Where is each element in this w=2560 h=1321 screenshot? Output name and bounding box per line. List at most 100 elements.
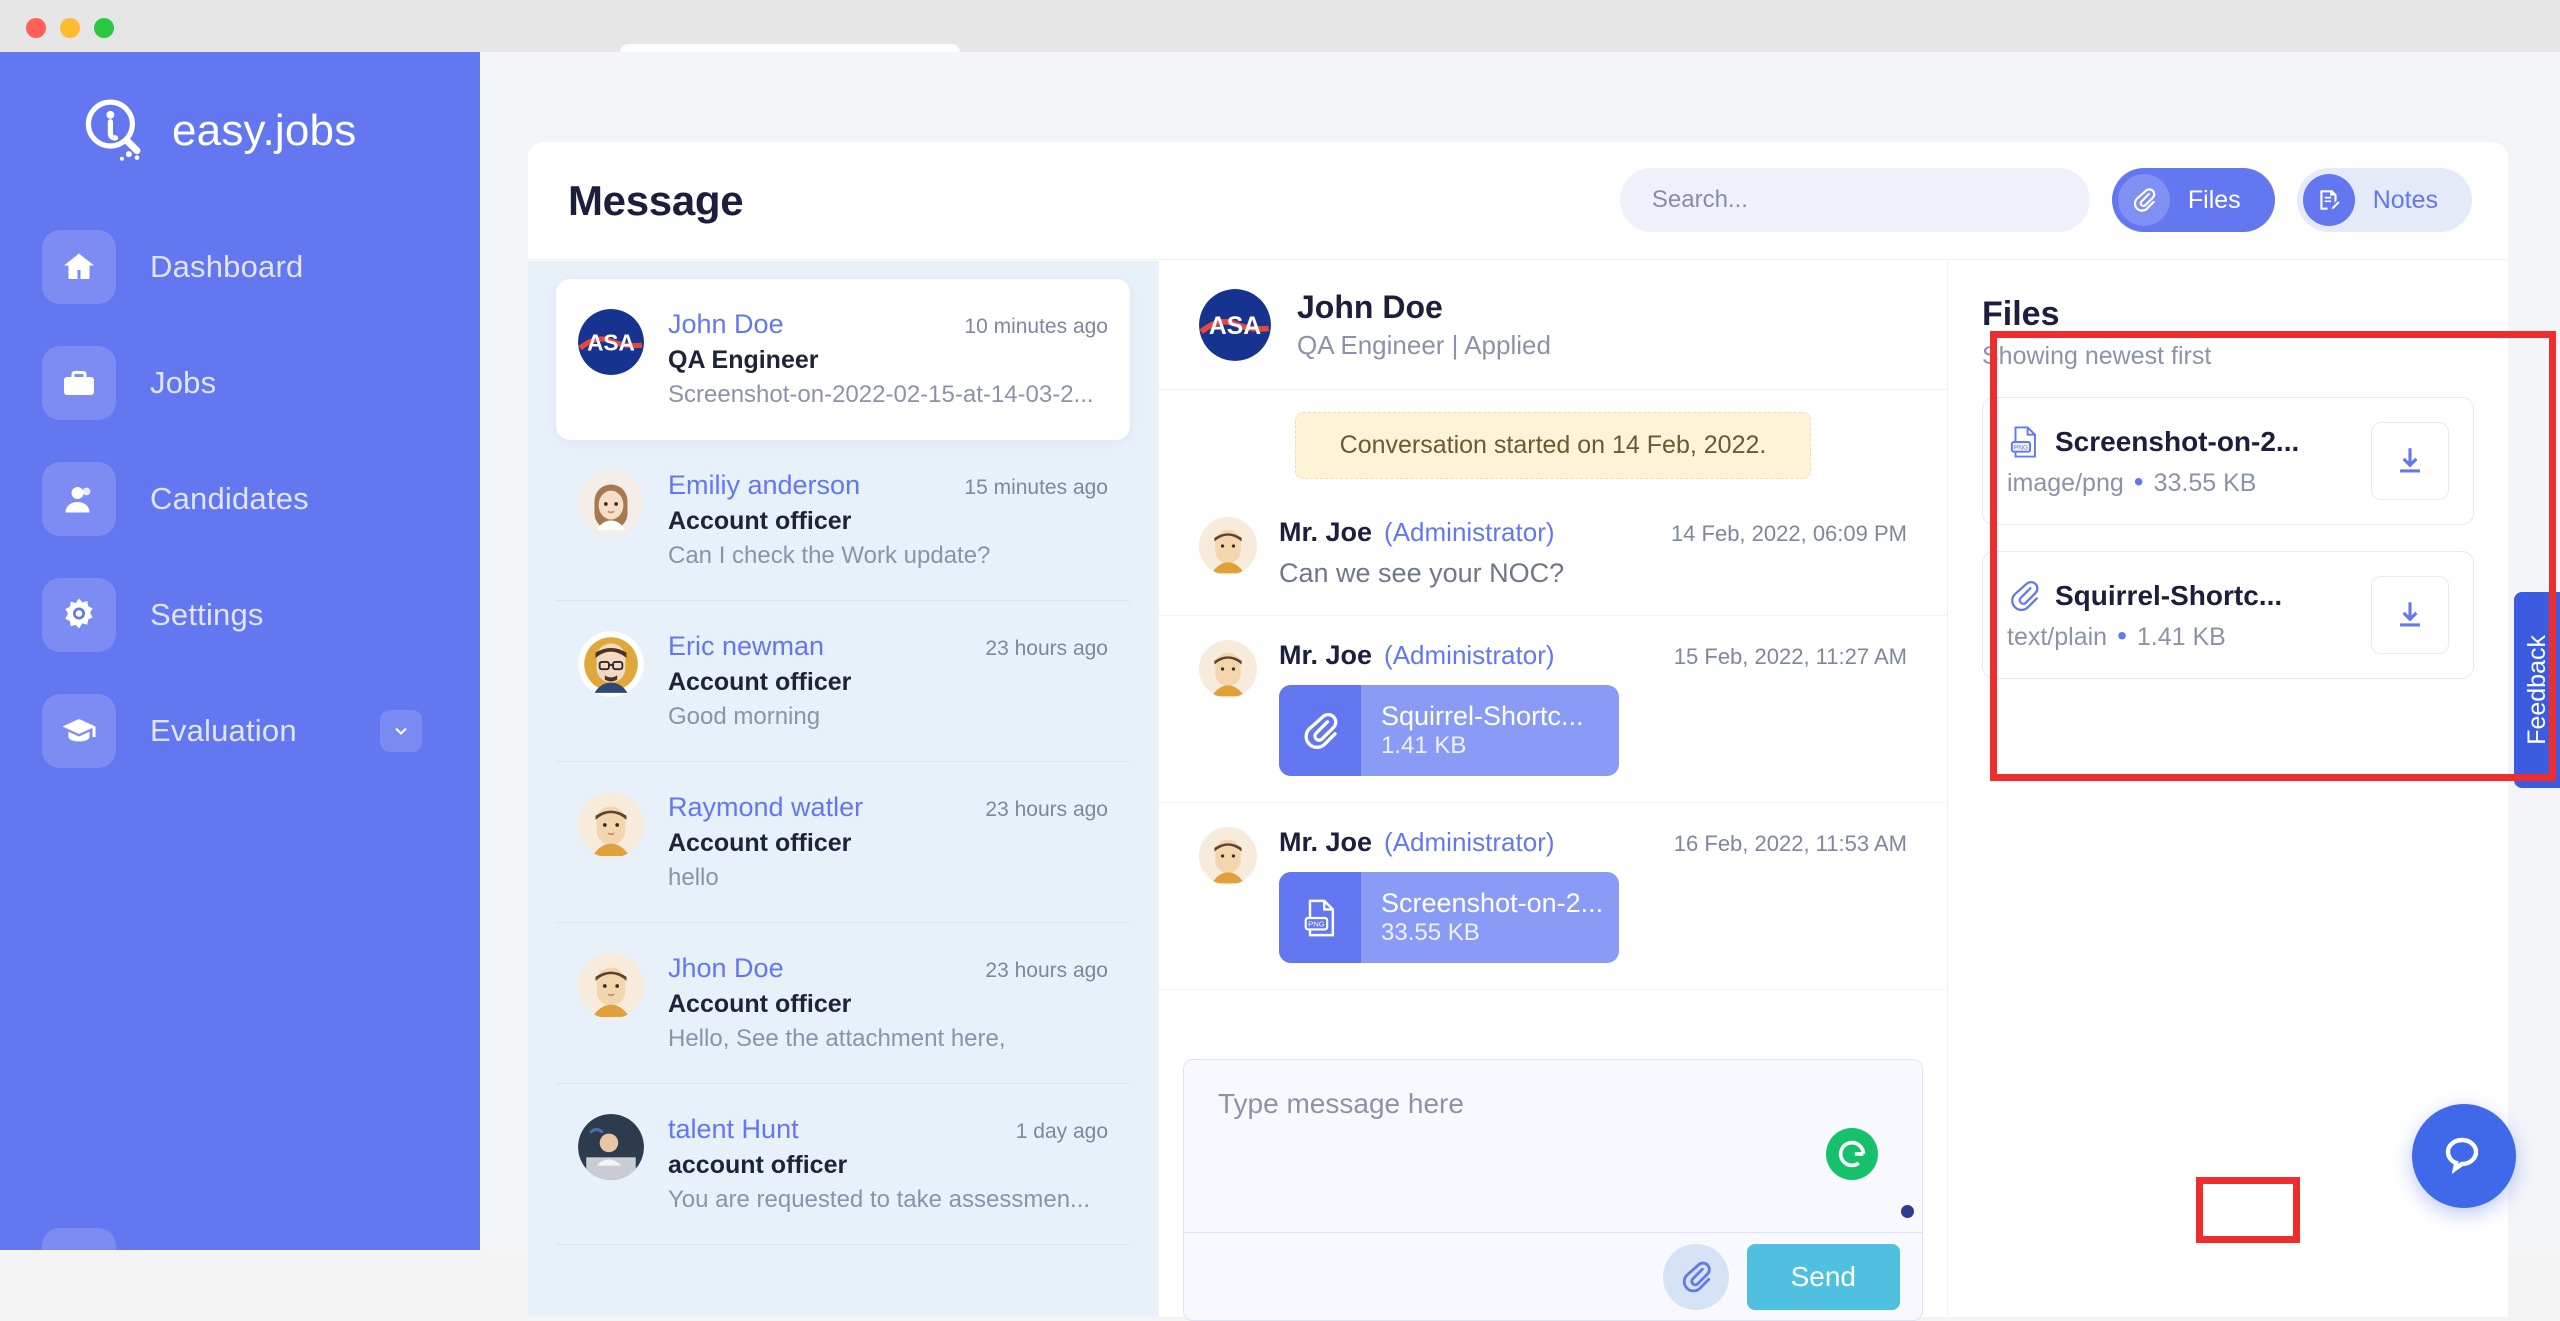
svg-text:PNG: PNG <box>2014 444 2028 451</box>
file-mime: text/plain <box>2007 622 2108 651</box>
file-list-item[interactable]: PNG Screenshot-on-2... image/png • 33.55 K… <box>1982 397 2474 525</box>
file-mime: image/png <box>2007 468 2124 497</box>
zoom-window-button[interactable] <box>94 18 114 38</box>
graduation-cap-icon <box>42 694 116 768</box>
conversation-time: 23 hours ago <box>985 959 1108 982</box>
download-icon[interactable] <box>2371 422 2449 500</box>
resize-handle[interactable] <box>1901 1205 1914 1218</box>
message-attachment[interactable]: Squirrel-Shortc... 1.41 KB <box>1279 685 1619 776</box>
message-author: Mr. Joe <box>1279 827 1373 857</box>
conversation-name: talent Hunt <box>668 1114 799 1144</box>
chat-contact-subtitle: QA Engineer | Applied <box>1297 330 1551 360</box>
paperclip-icon <box>2007 579 2041 613</box>
sidebar: easy.jobs Dashboard Jobs Candidates Sett… <box>0 52 480 1250</box>
briefcase-icon <box>42 346 116 420</box>
conversation-item[interactable]: ASA John Doe 10 minutes ago QA Engineer … <box>556 279 1130 440</box>
conversation-role: Account officer <box>668 507 852 535</box>
sidebar-nav: Dashboard Jobs Candidates Settings Evalu… <box>0 230 480 768</box>
sidebar-item-settings[interactable]: Settings <box>0 578 480 652</box>
nasa-logo-avatar: ASA <box>1199 289 1271 361</box>
woman-avatar <box>578 470 644 536</box>
sidebar-item-label: Dashboard <box>150 249 304 284</box>
conversation-start-banner-wrap: Conversation started on 14 Feb, 2022. <box>1159 390 1947 493</box>
file-list-item[interactable]: Squirrel-Shortc... text/plain • 1.41 KB <box>1982 551 2474 679</box>
svg-text:ASA: ASA <box>1209 313 1261 340</box>
files-tab-button[interactable]: Files <box>2111 168 2275 232</box>
gear-icon <box>42 578 116 652</box>
conversation-time: 10 minutes ago <box>964 315 1108 338</box>
message-time: 16 Feb, 2022, 11:53 AM <box>1673 831 1907 856</box>
chat-contact-name: John Doe <box>1297 289 1443 325</box>
sidebar-item-label: Evaluation <box>150 713 297 748</box>
grammarly-icon[interactable] <box>1826 1128 1878 1180</box>
download-icon[interactable] <box>2371 576 2449 654</box>
message-input[interactable]: Type message here <box>1184 1060 1922 1232</box>
png-file-icon: PNG <box>2007 425 2041 459</box>
conversation-time: 15 minutes ago <box>964 476 1108 499</box>
chat-message: Mr. Joe (Administrator) 16 Feb, 2022, 11… <box>1159 803 1947 990</box>
close-window-button[interactable] <box>26 18 46 38</box>
conversation-snippet: You are requested to take assessmen... <box>668 1186 1091 1213</box>
feedback-tab-label: Feedback <box>2522 635 2551 745</box>
app-shell: easy.jobs Dashboard Jobs Candidates Sett… <box>0 52 2560 1321</box>
sidebar-item-candidates[interactable]: Candidates <box>0 462 480 536</box>
chevron-down-icon[interactable] <box>380 710 422 752</box>
message-author-role: (Administrator) <box>1384 517 1555 547</box>
note-edit-icon <box>2302 174 2355 226</box>
attach-file-button[interactable] <box>1662 1243 1729 1310</box>
help-chat-button[interactable] <box>2412 1104 2516 1208</box>
panel-header: Message Files <box>528 142 2508 260</box>
conversation-item[interactable]: Eric newman 23 hours ago Account officer… <box>556 601 1130 762</box>
window-traffic-lights <box>26 18 114 38</box>
sidebar-item-partial <box>42 1228 116 1250</box>
notes-tab-button[interactable]: Notes <box>2296 168 2472 232</box>
man-orange-avatar <box>1199 517 1257 575</box>
conversation-item[interactable]: Jhon Doe 23 hours ago Account officer He… <box>556 923 1130 1084</box>
feedback-tab[interactable]: Feedback <box>2514 592 2560 788</box>
conversation-role: QA Engineer <box>668 346 819 374</box>
conversation-time: 23 hours ago <box>985 637 1108 660</box>
search-input[interactable] <box>1651 186 2058 214</box>
magnifier-person-icon <box>78 94 152 168</box>
conversation-time: 23 hours ago <box>985 798 1108 821</box>
sidebar-item-label: Jobs <box>150 365 217 400</box>
message-time: 14 Feb, 2022, 06:09 PM <box>1670 521 1907 546</box>
message-text: Can we see your NOC? <box>1279 558 1565 588</box>
browser-chrome <box>0 0 2560 52</box>
main-content: Message Files <box>480 52 2560 1321</box>
chat-bubble-icon <box>2440 1130 2488 1183</box>
message-author-role: (Administrator) <box>1384 827 1555 857</box>
chat-message: Mr. Joe (Administrator) 15 Feb, 2022, 11… <box>1159 616 1947 803</box>
svg-text:PNG: PNG <box>1308 919 1325 928</box>
message-attachment[interactable]: PNG Screenshot-on-2... 33.55 KB <box>1279 872 1619 963</box>
send-button[interactable]: Send <box>1746 1243 1900 1310</box>
conversation-snippet: hello <box>668 864 719 891</box>
message-author: Mr. Joe <box>1279 640 1373 670</box>
sidebar-item-jobs[interactable]: Jobs <box>0 346 480 420</box>
panel-body: ASA John Doe 10 minutes ago QA Engineer … <box>528 261 2508 1321</box>
conversation-item[interactable]: Emiliy anderson 15 minutes ago Account o… <box>556 440 1130 601</box>
bullet-separator: • <box>2133 465 2144 497</box>
conversation-snippet: Can I check the Work update? <box>668 542 991 569</box>
minimize-window-button[interactable] <box>60 18 80 38</box>
conversation-list[interactable]: ASA John Doe 10 minutes ago QA Engineer … <box>528 261 1158 1317</box>
chat-messages[interactable]: Conversation started on 14 Feb, 2022. Mr… <box>1159 390 1947 1000</box>
conversation-name: John Doe <box>668 309 784 339</box>
message-author-role: (Administrator) <box>1384 640 1555 670</box>
message-panel: Message Files <box>528 142 2508 1321</box>
png-file-icon: PNG <box>1279 872 1361 963</box>
sidebar-item-dashboard[interactable]: Dashboard <box>0 230 480 304</box>
bullet-separator: • <box>2117 619 2127 651</box>
chat-column: ASA John Doe QA Engineer | Applied Conve… <box>1158 261 1948 1321</box>
file-name: Squirrel-Shortc... <box>2055 579 2283 611</box>
photo-avatar <box>578 1114 644 1180</box>
search-box[interactable] <box>1619 168 2090 232</box>
brand-name: easy.jobs <box>172 106 357 155</box>
files-panel-title: Files <box>1982 295 2060 333</box>
conversation-item[interactable]: talent Hunt 1 day ago account officer Yo… <box>556 1084 1130 1245</box>
conversation-item[interactable]: Raymond watler 23 hours ago Account offi… <box>556 762 1130 923</box>
message-composer: Type message here Send <box>1183 1059 1923 1321</box>
message-input-placeholder: Type message here <box>1218 1088 1464 1119</box>
file-name: Screenshot-on-2... <box>2055 425 2300 457</box>
sidebar-item-evaluation[interactable]: Evaluation <box>0 694 480 768</box>
